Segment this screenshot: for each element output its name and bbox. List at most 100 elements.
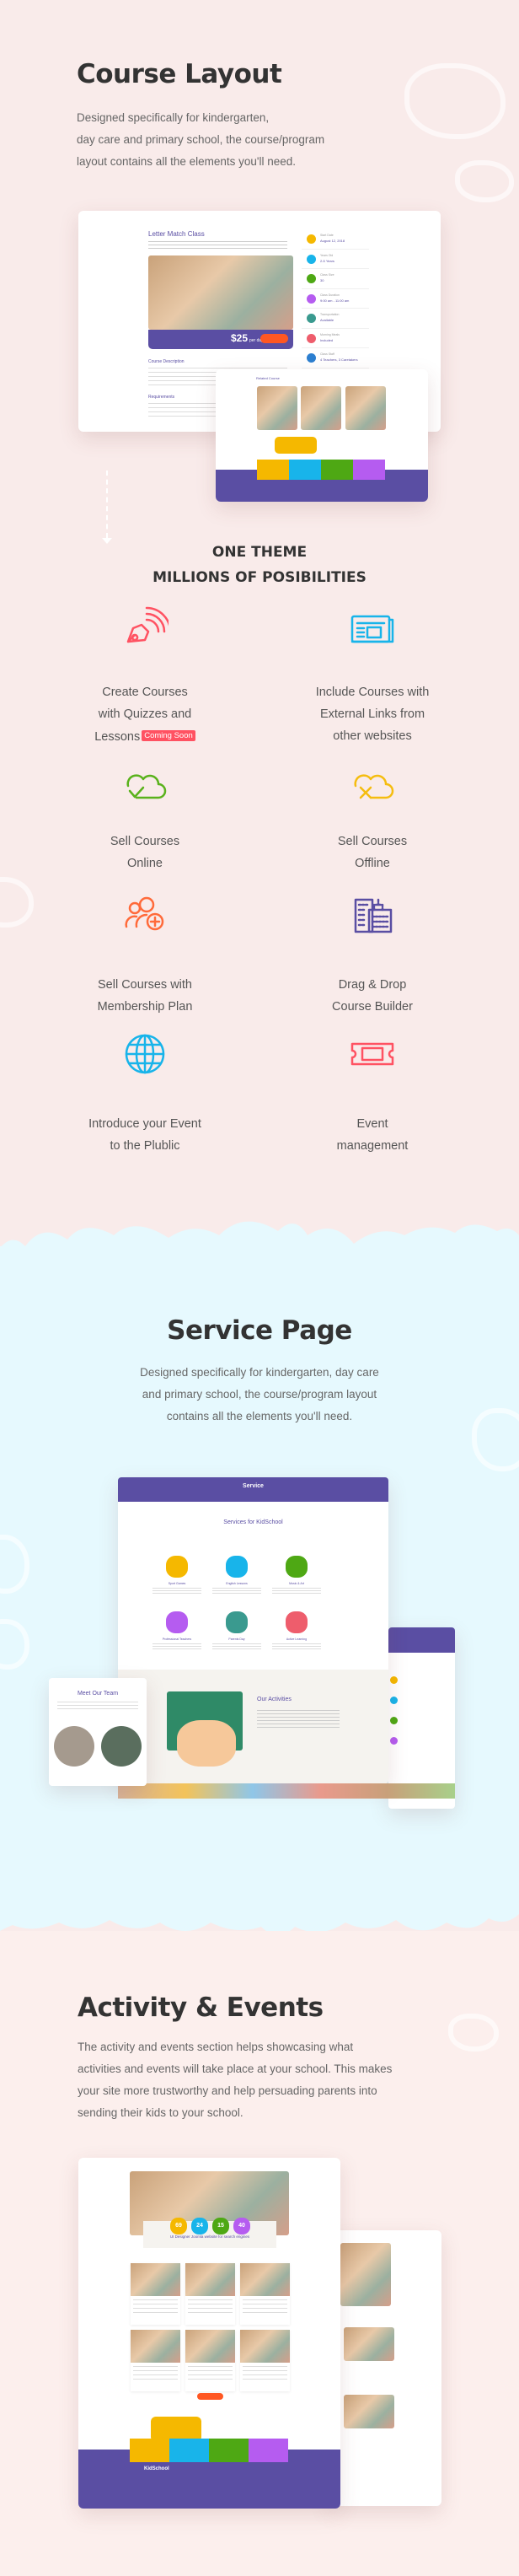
feature-line: Membership Plan — [44, 996, 246, 1018]
feature-text: to the Plublic — [110, 1139, 180, 1153]
feature-line: Lessons Coming Soon — [44, 725, 246, 748]
event-card[interactable] — [185, 2263, 235, 2325]
info-icon — [307, 314, 316, 323]
service-name: Professional Teachers — [162, 1638, 192, 1641]
event-card[interactable] — [240, 2263, 290, 2325]
feature-line: Sell Courses — [271, 831, 474, 852]
info-icon — [307, 353, 316, 363]
service-icon — [166, 1556, 188, 1578]
event-text — [243, 2299, 287, 2315]
text-placeholder — [257, 1710, 340, 1729]
course-card[interactable] — [257, 386, 297, 430]
feature-line: External Links from — [271, 703, 474, 725]
school-bus-illustration — [275, 437, 317, 454]
info-icon — [307, 333, 316, 343]
buildings-icon — [349, 891, 396, 938]
teacher-avatar[interactable] — [54, 1726, 94, 1767]
contact-tile — [169, 2439, 209, 2462]
desc-line: Designed specifically for kindergarten, — [77, 111, 270, 124]
event-hero-caption: UI Designer Joomla website for search en… — [143, 2221, 276, 2248]
event-title: UI Designer Joomla website for search en… — [169, 2235, 250, 2239]
feature-text: management — [336, 1139, 409, 1153]
feature-label: Introduce your Event to the Plublic — [44, 1113, 246, 1157]
contact-tile — [257, 460, 289, 480]
teacher-avatar[interactable] — [101, 1726, 142, 1767]
feature-text: Sell Courses with — [97, 978, 192, 992]
feature-text: Course Builder — [332, 1000, 413, 1014]
contact-tile — [130, 2439, 169, 2462]
desc-line: contains all the elements you'll need. — [166, 1410, 353, 1422]
feature-label: Sell Courses Online — [44, 831, 246, 874]
desc-line: The activity and events section helps sh… — [78, 2041, 354, 2053]
class-photo — [148, 255, 293, 330]
team-title: Meet Our Team — [77, 1691, 119, 1697]
info-label: Morning Meals — [320, 332, 340, 336]
service-icon — [286, 1556, 308, 1578]
feature-line: Sell Courses with — [44, 974, 246, 996]
info-icon — [390, 1737, 398, 1745]
info-icon — [307, 234, 316, 244]
feature-line: Drag & Drop — [271, 974, 474, 996]
service-name: Parents Day — [228, 1638, 245, 1641]
service-sidebar-mockup — [388, 1627, 455, 1809]
info-label: Start Date — [320, 234, 334, 237]
feature-label: Include Courses with External Links from o… — [271, 681, 474, 747]
cloud-decoration — [0, 877, 34, 928]
service-item[interactable]: Parents Day — [203, 1611, 270, 1650]
cloud-decoration — [455, 160, 514, 202]
team-mockup: Meet Our Team — [49, 1678, 147, 1786]
contact-tile — [209, 2439, 249, 2462]
service-item[interactable]: Music & Art — [263, 1556, 330, 1595]
service-page-mockup: Service Services for KidSchool Sport Gam… — [118, 1477, 388, 1783]
text-placeholder — [272, 1643, 321, 1650]
service-page-description: Designed specifically for kindergarten, … — [0, 1362, 519, 1428]
activities-title: Our Activities — [257, 1697, 292, 1702]
desc-line: your site more trustworthy and help pers… — [78, 2084, 377, 2097]
activity-events-description: The activity and events section helps sh… — [78, 2036, 499, 2124]
service-item[interactable]: Sport Games — [143, 1556, 211, 1595]
feature-line: Online — [44, 852, 246, 874]
course-card[interactable] — [301, 386, 341, 430]
event-card[interactable] — [131, 2330, 180, 2391]
feature-label: Drag & Drop Course Builder — [271, 974, 474, 1018]
kids-illustration — [177, 1720, 236, 1767]
service-name: Active Learning — [286, 1638, 308, 1641]
service-page-title: Service Page — [167, 1315, 352, 1346]
service-item[interactable]: Professional Teachers — [143, 1611, 211, 1650]
cloud-check-icon — [121, 761, 169, 808]
course-layout-title: Course Layout — [77, 59, 282, 89]
feature-text: Event — [356, 1117, 388, 1131]
event-photo — [131, 2263, 180, 2296]
info-icon — [390, 1697, 398, 1704]
event-card[interactable] — [185, 2330, 235, 2391]
desc-line: sending their kids to your school. — [78, 2106, 243, 2119]
footer-logo: KidSchool — [144, 2466, 169, 2471]
service-name: Music & Art — [289, 1582, 304, 1585]
load-more-button[interactable] — [197, 2393, 223, 2400]
activities-section: Our Activities — [118, 1670, 388, 1783]
heading-line: ONE THEME — [211, 544, 308, 561]
info-row: Start Date August 12, 2018 — [302, 229, 369, 250]
feature-line: Include Courses with — [271, 681, 474, 703]
buy-course-button[interactable] — [260, 334, 288, 343]
counter-badge: 15 — [212, 2218, 229, 2235]
feature-text: Membership Plan — [97, 1000, 193, 1014]
feature-label: Sell Courses with Membership Plan — [44, 974, 246, 1018]
event-card[interactable] — [240, 2330, 290, 2391]
event-card[interactable] — [131, 2263, 180, 2325]
info-value: 2-5 Years — [320, 258, 334, 263]
event-text — [133, 2299, 178, 2315]
service-icon — [166, 1611, 188, 1633]
service-item[interactable]: English Lessons — [203, 1556, 270, 1595]
service-item[interactable]: Active Learning — [263, 1611, 330, 1650]
text-placeholder — [152, 1643, 201, 1650]
desc-line: layout contains all the elements you'll … — [77, 155, 296, 168]
info-label: Class Duration — [320, 293, 340, 297]
counter-badge: 40 — [233, 2218, 250, 2235]
text-placeholder — [212, 1588, 261, 1595]
course-card[interactable] — [345, 386, 386, 430]
course-description-heading: Course Description — [148, 359, 185, 364]
service-banner: Service — [118, 1477, 388, 1502]
pen-broadcast-icon — [121, 605, 172, 652]
text-placeholder — [272, 1588, 321, 1595]
